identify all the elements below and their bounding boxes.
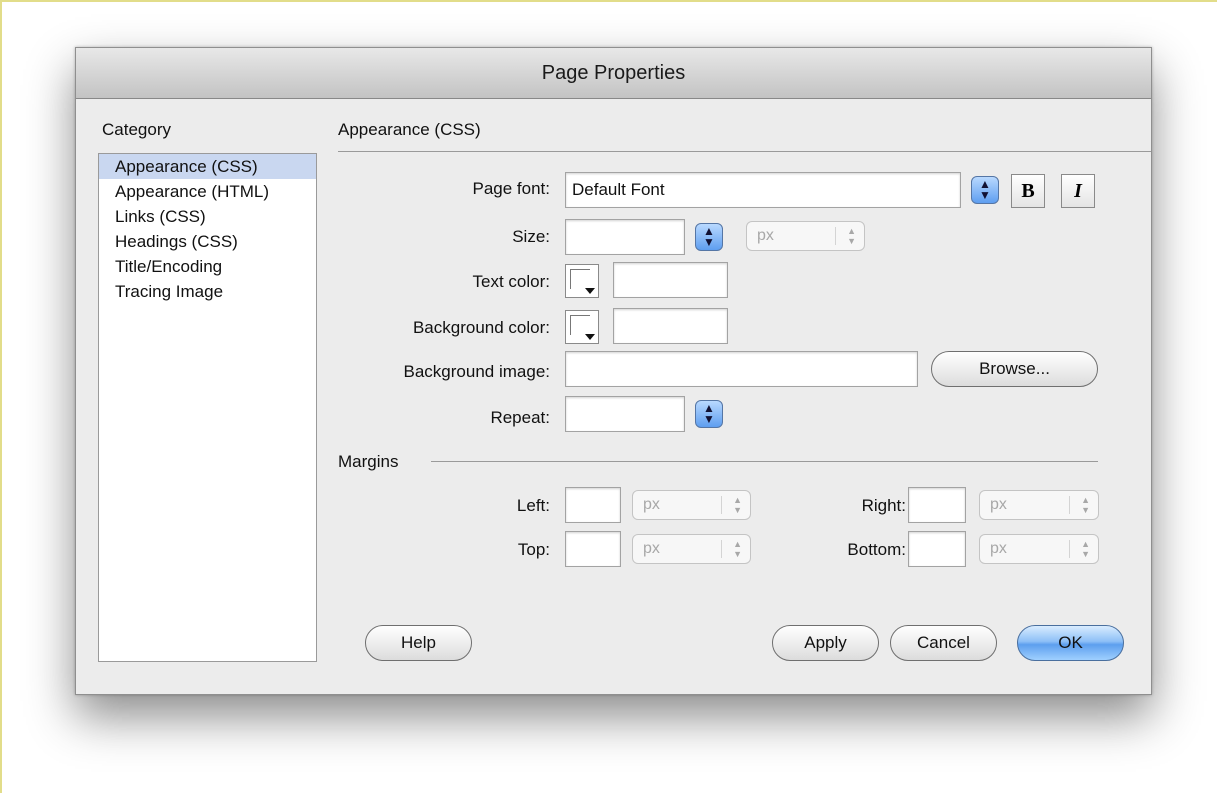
size-unit-separator: [835, 227, 836, 245]
size-field[interactable]: [565, 219, 685, 255]
panel-heading: Appearance (CSS): [338, 120, 481, 139]
size-label: Size:: [512, 227, 550, 246]
margin-left-field[interactable]: [565, 487, 621, 523]
category-heading: Category: [102, 120, 171, 139]
dropdown-triangle-icon: [585, 334, 595, 340]
margin-left-unit-select[interactable]: px ▲ ▼: [632, 490, 751, 520]
panel-heading-divider: [338, 151, 1151, 152]
background-image-label: Background image:: [403, 362, 550, 381]
category-item-title-encoding[interactable]: Title/Encoding: [99, 254, 316, 279]
page-font-stepper-icon[interactable]: ▲ ▼: [971, 176, 999, 204]
unit-separator: [1069, 496, 1070, 514]
swatch-inner: [570, 315, 590, 335]
category-item-appearance-css[interactable]: Appearance (CSS): [99, 154, 316, 179]
unit-arrows-icon: ▲ ▼: [733, 495, 742, 515]
category-list: Appearance (CSS) Appearance (HTML) Links…: [98, 153, 317, 662]
category-item-links-css[interactable]: Links (CSS): [99, 204, 316, 229]
margins-heading: Margins: [338, 452, 399, 471]
size-unit-arrows-icon: ▲ ▼: [847, 226, 856, 246]
repeat-field[interactable]: [565, 396, 685, 432]
cancel-button[interactable]: Cancel: [890, 625, 997, 661]
margin-bottom-unit-value: px: [990, 540, 1007, 557]
category-item-headings-css[interactable]: Headings (CSS): [99, 229, 316, 254]
size-stepper-icon[interactable]: ▲ ▼: [695, 223, 723, 251]
page-font-field[interactable]: Default Font: [565, 172, 961, 208]
swatch-inner: [570, 269, 590, 289]
dialog-title: Page Properties: [76, 48, 1151, 99]
help-button[interactable]: Help: [365, 625, 472, 661]
unit-separator: [1069, 540, 1070, 558]
italic-button[interactable]: I: [1061, 174, 1095, 208]
unit-arrows-icon: ▲ ▼: [1081, 539, 1090, 559]
margin-top-unit-value: px: [643, 540, 660, 557]
category-item-tracing-image[interactable]: Tracing Image: [99, 279, 316, 304]
margin-right-label: Right:: [861, 496, 906, 515]
background-color-field[interactable]: [613, 308, 728, 344]
margin-right-field[interactable]: [908, 487, 966, 523]
apply-button[interactable]: Apply: [772, 625, 879, 661]
margin-right-unit-select[interactable]: px ▲ ▼: [979, 490, 1099, 520]
background-color-label: Background color:: [412, 318, 550, 337]
margin-top-field[interactable]: [565, 531, 621, 567]
unit-separator: [721, 496, 722, 514]
background-color-swatch[interactable]: [565, 310, 599, 344]
page-font-label: Page font:: [472, 179, 550, 198]
unit-arrows-icon: ▲ ▼: [1081, 495, 1090, 515]
repeat-stepper-icon[interactable]: ▲ ▼: [695, 400, 723, 428]
bold-button[interactable]: B: [1011, 174, 1045, 208]
size-unit-value: px: [757, 227, 774, 244]
dropdown-triangle-icon: [585, 288, 595, 294]
text-color-label: Text color:: [472, 272, 550, 291]
margin-left-label: Left:: [516, 496, 550, 515]
repeat-label: Repeat:: [490, 408, 550, 427]
margin-left-unit-value: px: [643, 496, 660, 513]
category-item-appearance-html[interactable]: Appearance (HTML): [99, 179, 316, 204]
margin-bottom-unit-select[interactable]: px ▲ ▼: [979, 534, 1099, 564]
margins-divider: [431, 461, 1098, 462]
margin-bottom-label: Bottom:: [847, 540, 906, 559]
ok-button[interactable]: OK: [1017, 625, 1124, 661]
unit-separator: [721, 540, 722, 558]
page-properties-dialog: Page Properties Category Appearance (CSS…: [75, 47, 1152, 695]
margin-bottom-field[interactable]: [908, 531, 966, 567]
text-color-swatch[interactable]: [565, 264, 599, 298]
margin-right-unit-value: px: [990, 496, 1007, 513]
browse-button[interactable]: Browse...: [931, 351, 1098, 387]
unit-arrows-icon: ▲ ▼: [733, 539, 742, 559]
margin-top-unit-select[interactable]: px ▲ ▼: [632, 534, 751, 564]
background-image-field[interactable]: [565, 351, 918, 387]
margin-top-label: Top:: [517, 540, 550, 559]
size-unit-select[interactable]: px ▲ ▼: [746, 221, 865, 251]
text-color-field[interactable]: [613, 262, 728, 298]
